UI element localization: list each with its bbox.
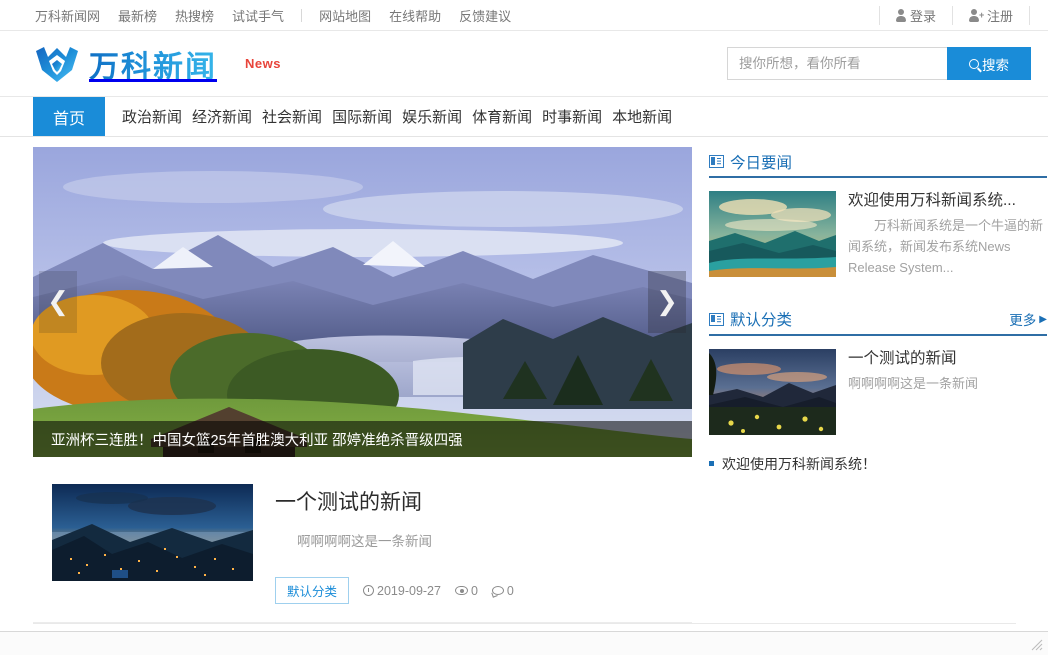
user-plus-icon: + xyxy=(969,9,984,22)
sidebar-list-link[interactable]: 欢迎使用万科新闻系统！ xyxy=(722,454,876,474)
topbar-link-help[interactable]: 在线帮助 xyxy=(380,6,450,25)
crown-w-logo-icon xyxy=(36,46,78,82)
article-list: 一个测试的新闻 啊啊啊啊这是一条新闻 默认分类 2019-09-27 0 0 xyxy=(33,457,692,624)
sidebar-feature-body: 一个测试的新闻 啊啊啊啊这是一条新闻 xyxy=(848,349,1047,435)
eye-icon xyxy=(454,586,468,596)
nav-item-international[interactable]: 国际新闻 xyxy=(327,106,397,127)
sidebar-feature-item: 欢迎使用万科新闻系统... 万科新闻系统是一个牛逼的新闻系统，新闻发布系统New… xyxy=(709,178,1047,279)
content-bottom-divider xyxy=(33,623,1016,625)
sidebar-feature-body: 欢迎使用万科新闻系统... 万科新闻系统是一个牛逼的新闻系统，新闻发布系统New… xyxy=(848,191,1047,279)
carousel-caption[interactable]: 亚洲杯三连胜！中国女篮25年首胜澳大利亚 邵婷准绝杀晋级四强 xyxy=(33,421,692,457)
sidebar-block-title: 今日要闻 xyxy=(730,154,793,172)
article-description: 啊啊啊啊这是一条新闻 xyxy=(297,534,432,550)
meadow-sunset-flowers-image xyxy=(709,348,836,435)
resize-grip-icon[interactable] xyxy=(1031,639,1043,651)
nav-item-home[interactable]: 首页 xyxy=(33,97,106,136)
sidebar-block-header: 今日要闻 xyxy=(709,147,1047,178)
top-account-area: 登录 + 注册 xyxy=(878,5,1048,25)
site-header: 万科新闻 News 搜索 xyxy=(0,31,1048,97)
top-utility-links: 万科新闻网 最新榜 热搜榜 试试手气 网站地图 在线帮助 反馈建议 xyxy=(0,6,520,25)
article-views-value: 0 xyxy=(470,583,478,598)
news-list-icon xyxy=(709,155,724,168)
search-button-label: 搜索 xyxy=(982,57,1009,73)
login-button[interactable]: 登录 xyxy=(878,5,952,25)
sidebar-feature-title[interactable]: 一个测试的新闻 xyxy=(848,349,1047,368)
carousel-next-button[interactable]: ❯ xyxy=(648,271,686,333)
register-label: 注册 xyxy=(986,8,1013,24)
sidebar-more-link[interactable]: 更多 ▶ xyxy=(1009,309,1047,329)
topbar-link-sitemap[interactable]: 网站地图 xyxy=(310,6,380,25)
carousel-prev-button[interactable]: ❮ xyxy=(39,271,77,333)
top-utility-bar: 万科新闻网 最新榜 热搜榜 试试手气 网站地图 在线帮助 反馈建议 登录 + 注… xyxy=(0,0,1048,31)
sidebar-feature-thumbnail[interactable] xyxy=(709,191,836,277)
topbar-link-site[interactable]: 万科新闻网 xyxy=(26,6,109,25)
nav-item-political[interactable]: 政治新闻 xyxy=(117,106,187,127)
main-navigation: 首页 政治新闻 经济新闻 社会新闻 国际新闻 娱乐新闻 体育新闻 时事新闻 本地… xyxy=(0,97,1048,137)
topbar-link-latest[interactable]: 最新榜 xyxy=(109,6,166,25)
user-icon xyxy=(896,9,907,22)
sidebar-block-today-news: 今日要闻 欢迎使用万科新闻系统... 万科新闻系统是一个牛逼的新闻系统，新闻发布… xyxy=(709,147,1047,279)
sidebar-link-list: 欢迎使用万科新闻系统！ xyxy=(709,435,1047,479)
main-column: ❮ ❯ 亚洲杯三连胜！中国女篮25年首胜澳大利亚 邵婷准绝杀晋级四强 一个测试的… xyxy=(33,147,692,624)
page-body: ❮ ❯ 亚洲杯三连胜！中国女篮25年首胜澳大利亚 邵婷准绝杀晋级四强 一个测试的… xyxy=(0,137,1048,624)
comment-icon xyxy=(491,586,504,596)
article-views: 0 xyxy=(454,583,478,598)
article-date: 2019-09-27 xyxy=(363,584,441,598)
sidebar-feature-title[interactable]: 欢迎使用万科新闻系统... xyxy=(848,191,1047,210)
logo-subtitle: News xyxy=(245,56,281,71)
nav-item-economic[interactable]: 经济新闻 xyxy=(187,106,257,127)
nav-item-current-affairs[interactable]: 时事新闻 xyxy=(537,106,607,127)
sidebar: 今日要闻 欢迎使用万科新闻系统... 万科新闻系统是一个牛逼的新闻系统，新闻发布… xyxy=(709,147,1047,623)
nav-item-sports[interactable]: 体育新闻 xyxy=(467,106,537,127)
sidebar-block-title: 默认分类 xyxy=(730,312,793,330)
sidebar-more-label: 更多 xyxy=(1009,313,1037,329)
chevron-right-icon: ▶ xyxy=(1039,313,1047,325)
login-label: 登录 xyxy=(909,8,936,24)
article-comments-value: 0 xyxy=(506,583,514,598)
nav-category-list: 政治新闻 经济新闻 社会新闻 国际新闻 娱乐新闻 体育新闻 时事新闻 本地新闻 xyxy=(105,97,677,136)
article-category-badge[interactable]: 默认分类 xyxy=(275,577,350,605)
hero-carousel[interactable]: ❮ ❯ 亚洲杯三连胜！中国女篮25年首胜澳大利亚 邵婷准绝杀晋级四强 xyxy=(33,147,692,457)
window-status-strip xyxy=(0,631,1048,655)
sidebar-feature-description: 万科新闻系统是一个牛逼的新闻系统，新闻发布系统News Release Syst… xyxy=(848,218,1044,276)
bullet-icon xyxy=(709,461,714,467)
nav-item-local[interactable]: 本地新闻 xyxy=(607,106,677,127)
teal-gold-sunset-image xyxy=(709,191,836,277)
news-list-icon xyxy=(709,312,724,326)
nav-item-entertainment[interactable]: 娱乐新闻 xyxy=(397,106,467,127)
topbar-link-feedback[interactable]: 反馈建议 xyxy=(450,6,520,25)
search-area: 搜索 xyxy=(727,47,1048,80)
topbar-link-lucky[interactable]: 试试手气 xyxy=(223,6,293,25)
topbar-link-hot[interactable]: 热搜榜 xyxy=(166,6,223,25)
search-button[interactable]: 搜索 xyxy=(947,47,1031,80)
logo-text: 万科新闻 xyxy=(89,42,217,86)
article-comments: 0 xyxy=(491,583,514,598)
carousel-slide-image xyxy=(33,147,692,457)
sidebar-block-header: 默认分类 更多 ▶ xyxy=(709,305,1047,336)
sidebar-feature-description: 啊啊啊啊这是一条新闻 xyxy=(848,375,979,391)
sidebar-feature-item: 一个测试的新闻 啊啊啊啊这是一条新闻 xyxy=(709,336,1047,435)
register-button[interactable]: + 注册 xyxy=(951,5,1030,25)
article-date-value: 2019-09-27 xyxy=(377,583,441,598)
article-meta: 默认分类 2019-09-27 0 0 xyxy=(275,577,692,605)
site-logo[interactable]: 万科新闻 xyxy=(0,42,217,86)
coastal-town-dusk-image xyxy=(52,484,253,581)
nav-item-society[interactable]: 社会新闻 xyxy=(257,106,327,127)
list-item: 欢迎使用万科新闻系统！ xyxy=(709,449,1047,479)
search-input[interactable] xyxy=(727,47,947,80)
search-icon xyxy=(969,58,979,69)
article-body: 一个测试的新闻 啊啊啊啊这是一条新闻 默认分类 2019-09-27 0 0 xyxy=(275,484,692,605)
article-title[interactable]: 一个测试的新闻 xyxy=(275,490,692,515)
clock-icon xyxy=(363,585,375,597)
sidebar-feature-thumbnail[interactable] xyxy=(709,348,836,435)
article-thumbnail[interactable] xyxy=(52,484,253,581)
sidebar-block-default-category: 默认分类 更多 ▶ 一个测试的新闻 啊啊啊啊这是一条新闻 欢迎使用万科新闻系统！ xyxy=(709,305,1047,479)
article-item: 一个测试的新闻 啊啊啊啊这是一条新闻 默认分类 2019-09-27 0 0 xyxy=(33,484,692,624)
topbar-divider xyxy=(301,8,303,22)
